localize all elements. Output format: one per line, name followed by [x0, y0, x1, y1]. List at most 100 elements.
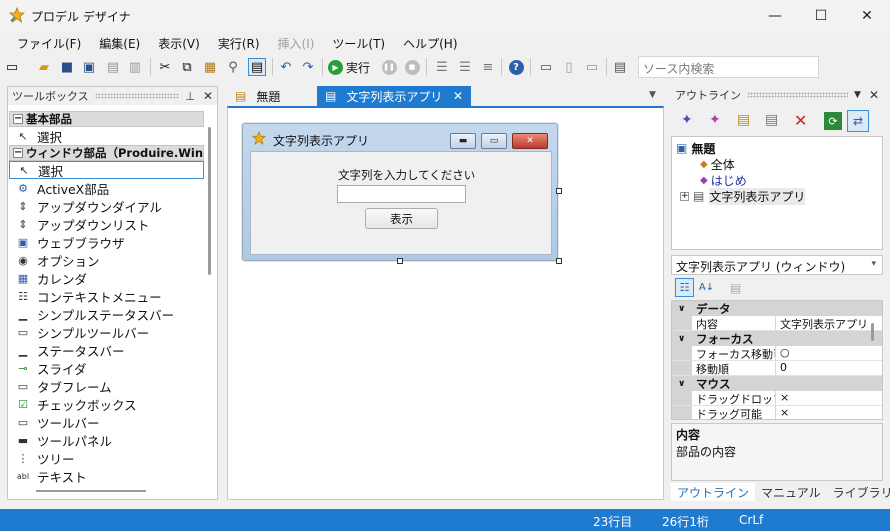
vertical-scrollbar[interactable]	[208, 127, 211, 275]
source-search-input[interactable]: ソース内検索	[638, 56, 819, 78]
property-scrollbar[interactable]	[871, 323, 874, 341]
tool-item-text[interactable]: abl テキスト	[9, 467, 204, 484]
tool-item-context-menu[interactable]: ☷ コンテキストメニュー	[9, 287, 204, 305]
tool-item-toolbar[interactable]: ▭ ツールバー	[9, 413, 204, 431]
help-icon[interactable]: ?	[507, 58, 525, 76]
tool-item-web-browser[interactable]: ▣ ウェブブラウザ	[9, 233, 204, 251]
property-row-drag-drop[interactable]: ドラッグドロップ ×	[672, 391, 882, 406]
tab-string-display-app[interactable]: ▤ 文字列表示アプリ ✕	[317, 86, 471, 106]
menu-insert[interactable]: 挿入(I)	[269, 35, 324, 52]
property-row-draggable[interactable]: ドラッグ可能 ×	[672, 406, 882, 419]
property-row-focusable[interactable]: フォーカス移動可 ○	[672, 346, 882, 361]
document-icon[interactable]: ▤	[765, 112, 778, 128]
menu-run[interactable]: 実行(R)	[209, 35, 269, 52]
delete-icon[interactable]: ✕	[794, 111, 807, 130]
tool-item-slider[interactable]: ⊸ スライダ	[9, 359, 204, 377]
close-icon[interactable]: ✕	[203, 89, 213, 103]
designed-window[interactable]: 文字列表示アプリ ▬ ▭ ✕ 文字列を入力してください 表示	[242, 123, 558, 261]
property-category-data[interactable]: ∨ データ	[672, 301, 882, 316]
design-view-icon[interactable]: ▤	[248, 58, 266, 76]
print-icon[interactable]: ▥	[126, 58, 144, 76]
property-value[interactable]: ×	[776, 391, 882, 406]
property-category-focus[interactable]: ∨ フォーカス	[672, 331, 882, 346]
window-list-icon[interactable]: ▭	[537, 58, 555, 76]
menu-file[interactable]: ファイル(F)	[8, 35, 90, 52]
close-button[interactable]: ✕	[844, 0, 890, 32]
comment-icon[interactable]: ≡	[479, 58, 497, 76]
menu-tools[interactable]: ツール(T)	[323, 35, 394, 52]
object-selector[interactable]: 文字列表示アプリ (ウィンドウ) ▾	[671, 255, 883, 275]
tree-node-whole[interactable]: ◆ 全体	[672, 156, 882, 172]
find-icon[interactable]: ⚲	[224, 58, 242, 76]
pause-icon[interactable]: ❚❚	[380, 58, 398, 76]
resize-handle-corner[interactable]	[556, 258, 562, 264]
property-value[interactable]: 0	[776, 361, 882, 376]
tool-item-option[interactable]: ◉ オプション	[9, 251, 204, 269]
tree-node-app[interactable]: + ▤ 文字列表示アプリ	[672, 187, 882, 205]
menu-view[interactable]: 表示(V)	[149, 35, 209, 52]
open-folder-icon[interactable]: ▰	[35, 58, 53, 76]
tab-dropdown-icon[interactable]: ▼	[649, 90, 656, 100]
tab-untitled[interactable]: ▤ 無題	[227, 86, 315, 106]
tool-item-checkbox[interactable]: ☑ チェックボックス	[9, 395, 204, 413]
tool-group-basic[interactable]: − 基本部品	[9, 111, 204, 127]
resize-handle-bottom[interactable]	[397, 258, 403, 264]
tool-item-activex[interactable]: ⚙ ActiveX部品	[9, 179, 204, 197]
property-row-tab-order[interactable]: 移動順 0	[672, 361, 882, 376]
menu-help[interactable]: ヘルプ(H)	[394, 35, 466, 52]
tab-manual[interactable]: マニュアル	[755, 483, 827, 501]
redo-icon[interactable]: ↷	[299, 58, 317, 76]
split-view-icon[interactable]: ▯	[560, 58, 578, 76]
close-icon[interactable]: ✕	[869, 88, 879, 102]
input-textbox[interactable]	[337, 185, 466, 203]
cut-icon[interactable]: ✂	[156, 58, 174, 76]
tool-item-simple-toolbar[interactable]: ▭ シンプルツールバー	[9, 323, 204, 341]
display-button[interactable]: 表示	[365, 208, 438, 229]
tool-item-statusbar[interactable]: ▁ ステータスバー	[9, 341, 204, 359]
pin-icon[interactable]: ⊥	[185, 90, 195, 103]
properties-icon[interactable]: ▤	[737, 112, 750, 128]
print-preview-icon[interactable]: ▤	[104, 58, 122, 76]
dropdown-icon[interactable]: ▼	[854, 90, 861, 100]
expand-icon[interactable]: +	[680, 191, 689, 201]
run-button[interactable]: ▶ 実行	[328, 58, 370, 76]
property-category-mouse[interactable]: ∨ マウス	[672, 376, 882, 391]
new-file-icon[interactable]: ▭	[3, 58, 21, 76]
tool-group-window-parts[interactable]: −ウィンドウ部品（Produire.WinContr	[9, 145, 204, 161]
tab-close-icon[interactable]: ✕	[453, 89, 463, 103]
tool-item-select-basic[interactable]: ↖ 選択	[9, 127, 204, 145]
categorized-icon[interactable]: ☷	[675, 278, 694, 297]
tab-library[interactable]: ライブラリ	[827, 483, 890, 501]
tool-item-tool-panel[interactable]: ▬ ツールパネル	[9, 431, 204, 449]
property-value[interactable]: 文字列表示アプリ	[776, 316, 882, 331]
sort-alpha-icon[interactable]: A↓	[697, 278, 716, 297]
paste-icon[interactable]: ▦	[201, 58, 219, 76]
stop-icon[interactable]: ■	[403, 58, 421, 76]
property-row-content[interactable]: 内容 文字列表示アプリ	[672, 316, 882, 331]
tree-node-root[interactable]: ▣ 無題	[672, 140, 882, 156]
tool-item-tab-frame[interactable]: ▭ タブフレーム	[9, 377, 204, 395]
refresh-icon[interactable]: ⟳	[824, 112, 842, 130]
menu-edit[interactable]: 編集(E)	[90, 35, 149, 52]
tool-item-tree[interactable]: ⋮ ツリー	[9, 449, 204, 467]
property-value[interactable]: ×	[776, 406, 882, 419]
layout-icon[interactable]: ▭	[583, 58, 601, 76]
undo-icon[interactable]: ↶	[277, 58, 295, 76]
maximize-button[interactable]: ☐	[798, 0, 844, 32]
tool-item-calendar[interactable]: ▦ カレンダ	[9, 269, 204, 287]
property-value[interactable]: ○	[776, 346, 882, 361]
tab-outline[interactable]: アウトライン	[671, 483, 756, 501]
minimize-button[interactable]: —	[752, 0, 798, 32]
tool-item-simple-statusbar[interactable]: ▁ シンプルステータスバー	[9, 305, 204, 323]
tool-item-updown-dial[interactable]: ⇕ アップダウンダイアル	[9, 197, 204, 215]
save-all-icon[interactable]: ▣	[80, 58, 98, 76]
property-pages-icon[interactable]: ▤	[726, 278, 745, 297]
add-node-icon[interactable]: ✦	[681, 112, 693, 128]
prompt-label[interactable]: 文字列を入力してください	[338, 167, 475, 183]
tool-item-select[interactable]: ↖ 選択	[9, 161, 204, 179]
indent-icon[interactable]: ☰	[433, 58, 451, 76]
sync-icon[interactable]: ⇄	[847, 110, 869, 132]
clipboard-icon[interactable]: ▤	[611, 58, 629, 76]
copy-icon[interactable]: ⧉	[178, 58, 196, 76]
tree-node-start[interactable]: ◆ はじめ	[672, 172, 882, 188]
